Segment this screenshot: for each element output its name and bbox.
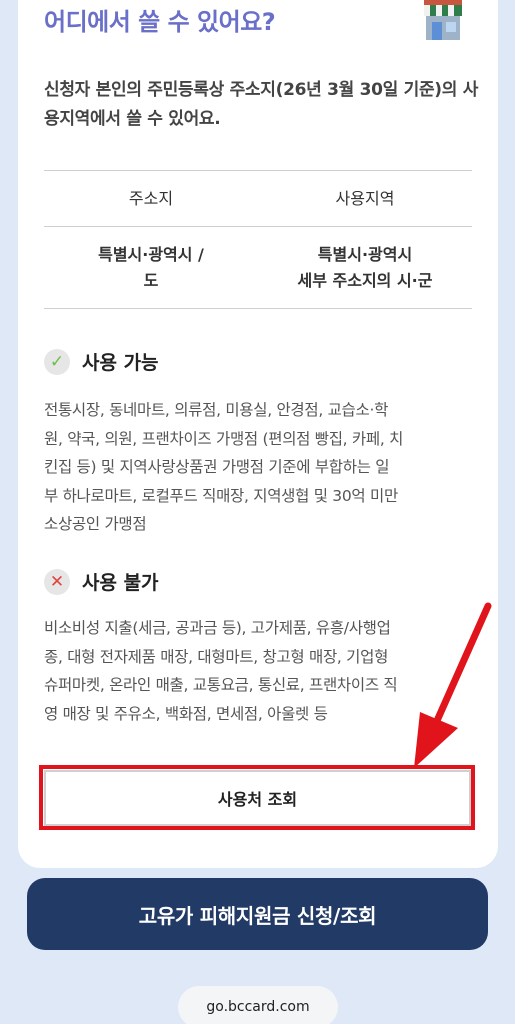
- header-area: 사용지역: [335, 188, 395, 208]
- table-row: 특별시·광역시 / 도 특별시·광역시 세부 주소지의 시·군: [44, 226, 472, 308]
- apply-lookup-button[interactable]: 고유가 피해지원금 신청/조회: [27, 878, 488, 950]
- check-icon: ✓: [44, 348, 70, 375]
- table-bottom-border: [44, 308, 472, 309]
- usage-description: 신청자 본인의 주민등록상 주소지(26년 3월 30일 기준)의 사용지역에서…: [44, 80, 479, 129]
- table-header-row: 주소지 사용지역: [44, 170, 472, 226]
- region-table: 주소지 사용지역 특별시·광역시 / 도 특별시·광역시 세부 주소지의 시·군: [44, 170, 472, 309]
- unavailable-list: 비소비성 지출(세금, 공과금 등), 고가제품, 유흥/사행업 종, 대형 전…: [44, 619, 398, 723]
- available-heading: ✓ 사용 가능: [44, 348, 159, 375]
- x-icon: ✕: [44, 568, 70, 595]
- available-list: 전통시장, 동네마트, 의류점, 미용실, 안경점, 교습소·학 원, 약국, …: [44, 401, 404, 533]
- unavailable-heading: ✕ 사용 불가: [44, 568, 159, 595]
- url-bar[interactable]: go.bccard.com: [178, 986, 338, 1024]
- section-title: 어디에서 쓸 수 있어요?: [44, 8, 276, 36]
- store-lookup-button[interactable]: 사용처 조회: [44, 770, 471, 826]
- cell-area: 특별시·광역시 세부 주소지의 시·군: [297, 244, 433, 290]
- cell-address: 특별시·광역시 / 도: [98, 244, 204, 290]
- store-icon: [424, 0, 462, 40]
- header-address: 주소지: [128, 188, 174, 208]
